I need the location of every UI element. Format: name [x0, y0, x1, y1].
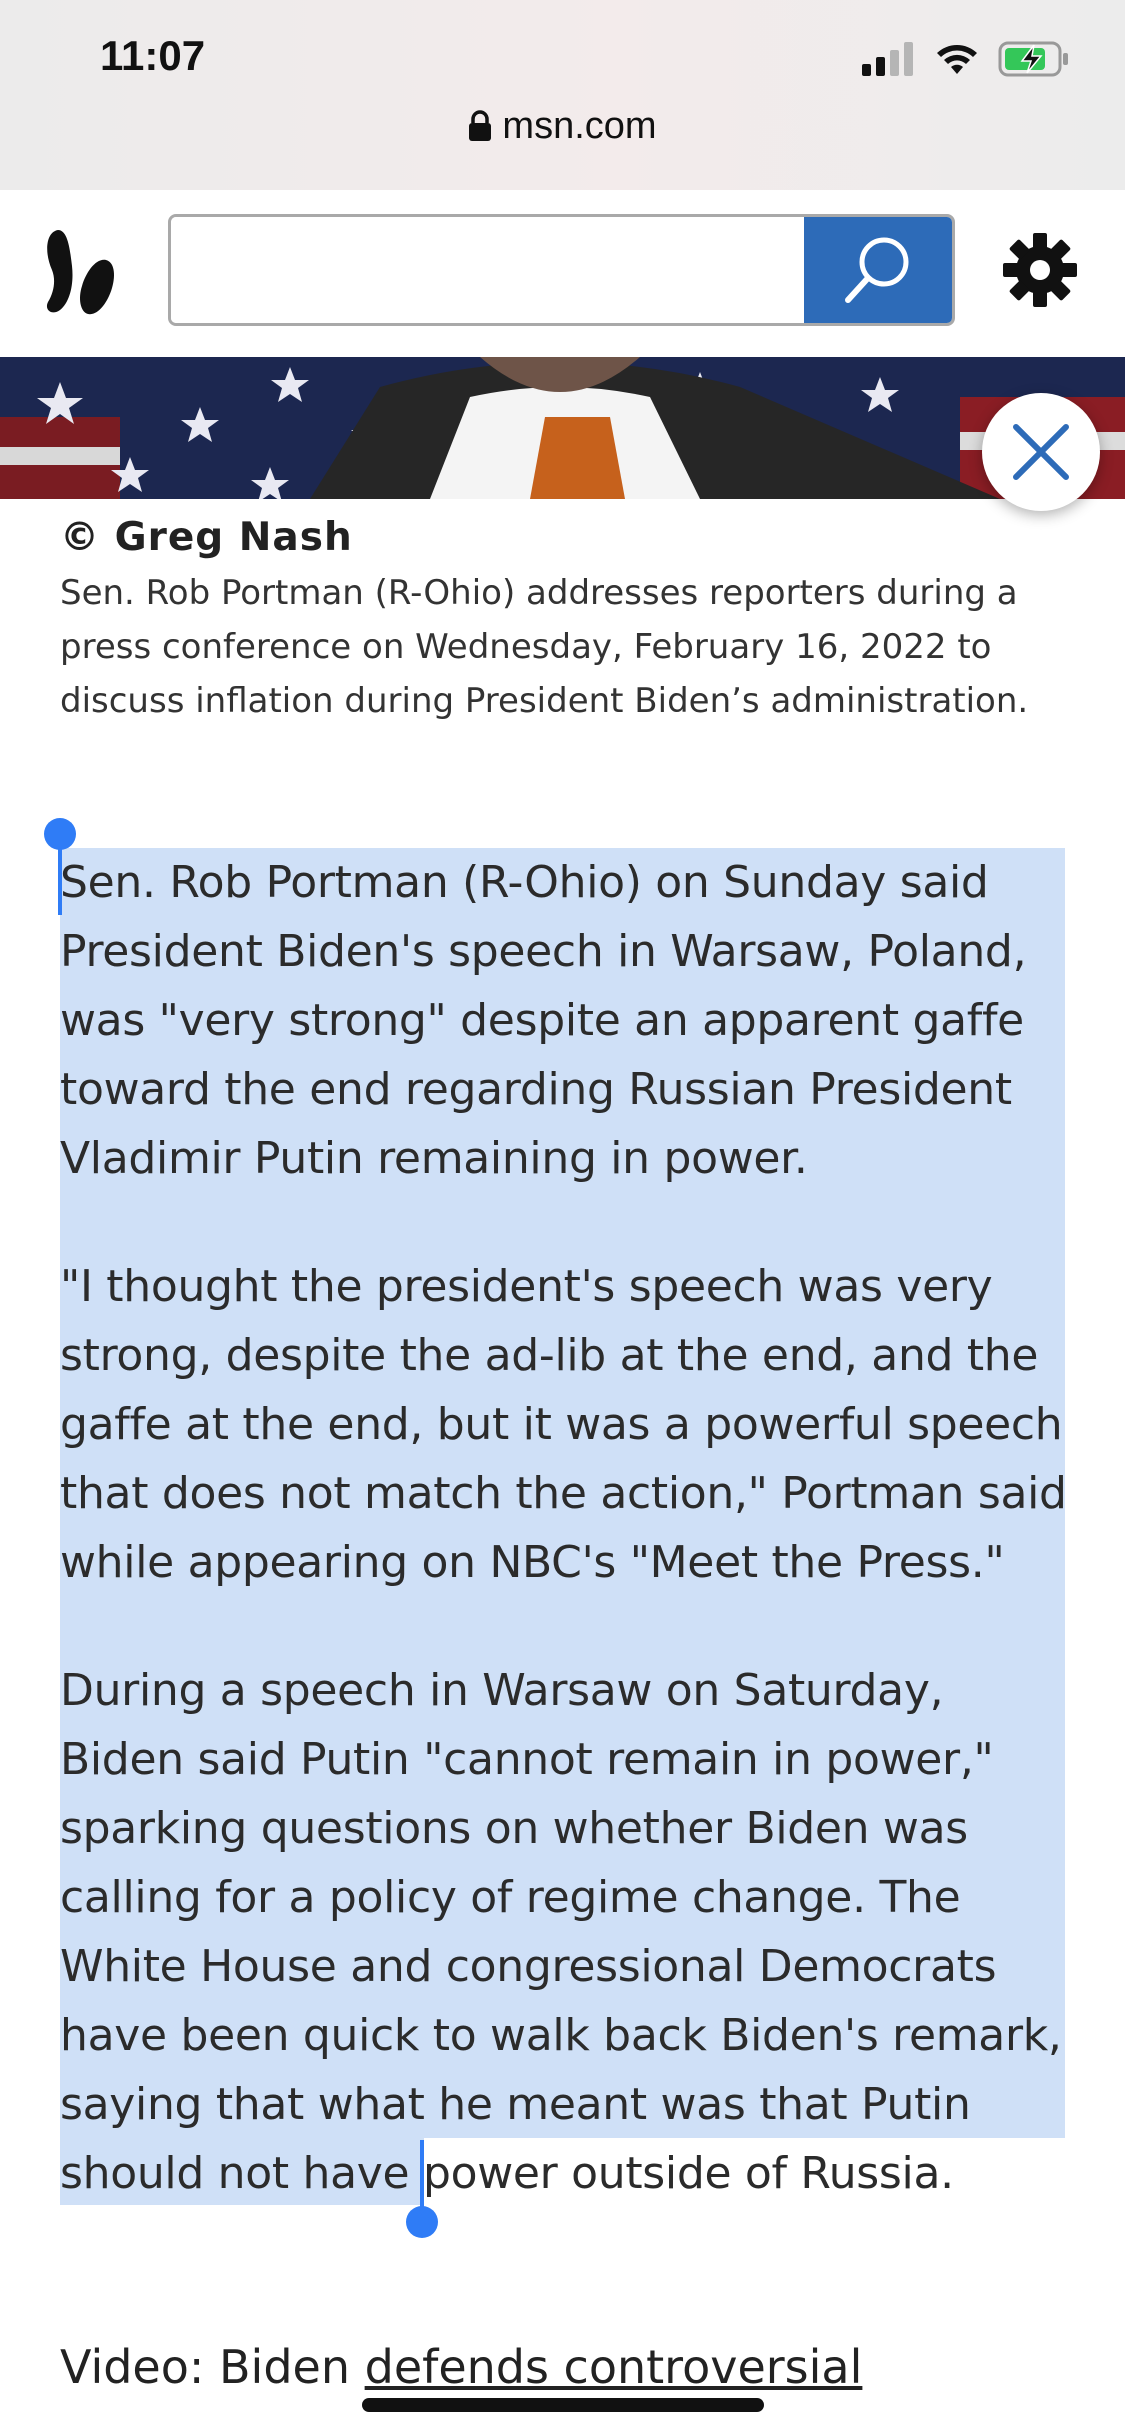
selection-end-handle[interactable]	[406, 2206, 438, 2238]
search-button[interactable]	[804, 217, 952, 323]
video-teaser: Video: Biden defends controversial	[60, 2340, 862, 2394]
article-body[interactable]: Sen. Rob Portman (R-Ohio) on Sunday said…	[60, 848, 1070, 2267]
selection-end-caret	[420, 2140, 424, 2210]
wifi-icon	[937, 45, 977, 74]
msn-header	[0, 190, 1125, 358]
lock-icon	[469, 110, 492, 141]
article-paragraph: Sen. Rob Portman (R-Ohio) on Sunday said…	[60, 857, 1027, 1184]
search-input[interactable]	[171, 217, 807, 323]
settings-button[interactable]	[1000, 230, 1080, 315]
selection-start-caret	[58, 840, 62, 915]
url-bar[interactable]: msn.com	[0, 105, 1125, 148]
home-indicator[interactable]	[362, 2398, 764, 2412]
photo-illustration	[0, 357, 1125, 499]
article-paragraph: "I thought the president's speech was ve…	[60, 1261, 1067, 1588]
msn-logo[interactable]	[42, 222, 120, 327]
photo-credit: © Greg Nash	[60, 515, 353, 560]
article-paragraph: During a speech in Warsaw on Saturday, B…	[60, 1665, 1062, 2199]
status-icons	[862, 38, 1070, 80]
video-teaser-link[interactable]: defends controversial	[365, 2340, 863, 2394]
cellular-signal-icon	[862, 42, 913, 76]
video-teaser-prefix: Video: Biden	[60, 2340, 365, 2394]
url-text: msn.com	[502, 105, 657, 147]
photo-caption: Sen. Rob Portman (R-Ohio) addresses repo…	[60, 573, 1029, 721]
close-icon	[1013, 424, 1069, 480]
close-button[interactable]	[982, 393, 1100, 511]
search-icon	[845, 237, 909, 303]
browser-top-bar: 11:07 msn.com	[0, 0, 1125, 191]
gear-icon	[1003, 233, 1077, 307]
search-box	[168, 214, 955, 326]
status-time: 11:07	[100, 32, 206, 79]
msn-butterfly-logo-icon	[46, 230, 114, 315]
battery-charging-icon	[998, 41, 1068, 77]
article-photo	[0, 357, 1125, 499]
